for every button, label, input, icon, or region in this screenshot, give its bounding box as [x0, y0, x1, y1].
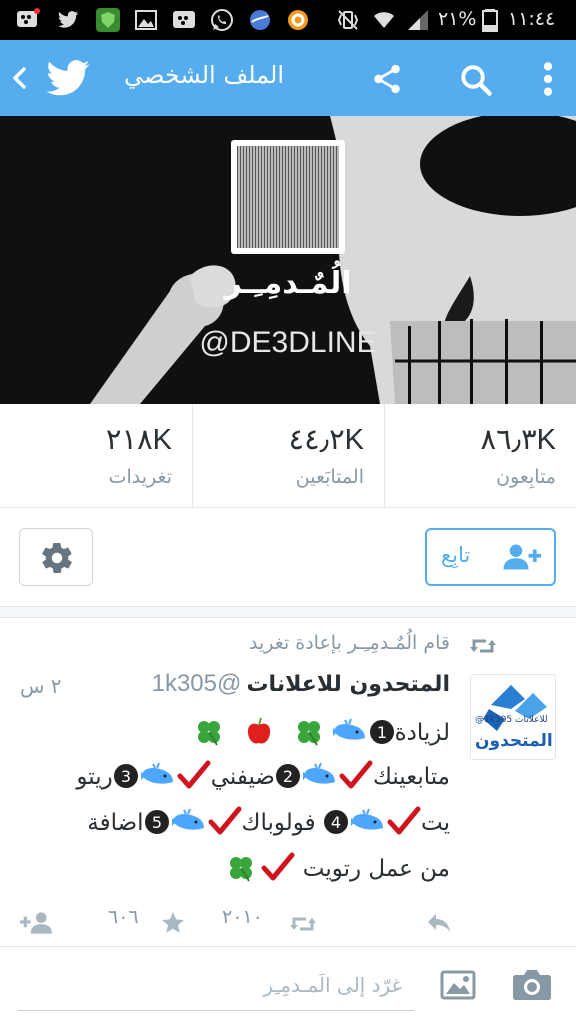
stat-value: ٢١٨K [105, 424, 172, 456]
retweet-count: ٢٠١٠ [222, 906, 263, 928]
bbm-icon [173, 11, 195, 28]
twitter-bird-icon [46, 60, 90, 96]
stat-label: تغريدات [108, 466, 172, 488]
twitter-icon [58, 11, 79, 28]
compose-tweet-input[interactable]: غرّد إلى الَمـدمِـِر [18, 961, 414, 1011]
orange-app-icon [288, 10, 308, 30]
retweet-context-icon [470, 639, 496, 653]
tweet-body-line-4: من عمل رتويت [227, 852, 450, 882]
bbm-icon [17, 8, 40, 27]
share-icon[interactable] [370, 62, 404, 96]
overflow-menu-icon[interactable] [540, 60, 556, 98]
stat-tweets[interactable]: ٢١٨K تغريدات [0, 404, 192, 508]
reply-icon[interactable] [426, 912, 452, 934]
tweet-text: متابعينك [372, 764, 450, 790]
status-bar: ٢١% ١١:٤٤ [0, 0, 576, 40]
stat-followers[interactable]: ٨٦٫٣K متابِعون [384, 404, 576, 508]
whale-emoji-icon [332, 718, 365, 740]
settings-button[interactable] [19, 528, 93, 586]
stat-following[interactable]: ٤٤٫٢K المتابَعين [192, 404, 384, 508]
check-mark-icon [208, 806, 242, 835]
signal-icon [408, 10, 428, 30]
tweet-body-line-1: لزيادة 1 [181, 716, 450, 746]
tweet-text: يت [421, 810, 450, 836]
star-icon[interactable] [160, 910, 186, 936]
browser-icon [250, 10, 270, 30]
check-mark-icon [261, 852, 295, 881]
tweet-text: اضافة [87, 810, 144, 836]
compose-placeholder: غرّد إلى الَمـدمِـِر [263, 973, 402, 997]
image-icon [135, 10, 157, 30]
tweet-author-avatar[interactable]: @1k305 للاعلانات المتحدون [470, 674, 556, 760]
keycap-number: 4 [331, 813, 341, 832]
keycap-number-icon: 3 [113, 764, 138, 788]
author-logo-small-text: @1k305 للاعلانات [475, 715, 548, 725]
tweet-author-handle: @1k305 [151, 670, 242, 697]
whatsapp-icon [211, 9, 233, 31]
whale-emoji-icon [302, 762, 335, 784]
section-divider [0, 606, 576, 618]
tweet-text: ضيفني [210, 764, 275, 790]
camera-icon[interactable] [512, 967, 552, 1001]
profile-header: الُمٌـدمِـِـر @DE3DLINE [0, 116, 576, 404]
keycap-number: 1 [377, 723, 387, 742]
app-bar-title: الملف الشخصي [124, 61, 284, 89]
tweet-body-line-2: متابعينك 2 ضيفني 3 ريتو [76, 760, 450, 790]
tweet-text: فولوباك [241, 810, 316, 836]
wifi-icon [374, 12, 394, 28]
compose-bar: غرّد إلى الَمـدمِـِر [0, 946, 576, 1024]
keycap-number-icon: 5 [144, 810, 169, 834]
tweet-text: لزيادة [394, 720, 450, 746]
retweet-context: قام الُمٌـدمِـِـر بإعادة تغريد [249, 632, 450, 654]
battery-percent: ٢١% [438, 8, 477, 30]
add-user-icon [503, 544, 541, 570]
shield-app-icon [96, 8, 120, 32]
tweet-timestamp: ٢ س [20, 674, 62, 698]
back-chevron-icon[interactable] [10, 66, 30, 90]
tweet-author-name: المتحدون للاعلانات [246, 672, 450, 697]
apple-emoji-icon [247, 717, 271, 744]
battery-icon [482, 9, 498, 32]
follow-user-icon[interactable] [20, 910, 54, 936]
follow-button[interactable]: تابِع [425, 528, 556, 586]
profile-avatar[interactable] [231, 140, 345, 254]
search-icon[interactable] [458, 62, 494, 98]
profile-stats: ٢١٨K تغريدات ٤٤٫٢K المتابَعين ٨٦٫٣K متاب… [0, 404, 576, 508]
stat-label: متابِعون [496, 466, 556, 488]
keycap-number-icon: 2 [275, 764, 300, 788]
tweet-author[interactable]: المتحدون للاعلانات @1k305 [152, 670, 450, 698]
gear-icon [42, 543, 72, 573]
whale-emoji-icon [140, 762, 173, 784]
app-bar: الملف الشخصي [0, 40, 576, 116]
profile-display-name: الُمٌـدمِـِـر [224, 266, 352, 301]
clover-emoji-icon [298, 721, 321, 746]
tweet-text: ريتو [76, 764, 113, 790]
clover-emoji-icon [230, 857, 253, 882]
check-mark-icon [387, 806, 421, 835]
keycap-number: 3 [121, 767, 131, 786]
vibrate-icon [337, 10, 359, 30]
clock: ١١:٤٤ [508, 8, 556, 30]
stat-value: ٨٦٫٣K [480, 424, 557, 456]
follow-button-label: تابِع [441, 543, 471, 567]
favorite-count: ٦٠٦ [108, 906, 139, 928]
check-mark-icon [177, 760, 211, 789]
whale-emoji-icon [351, 808, 383, 830]
tweet-body-line-3: يت 4 فولوباك 5 اضافة [87, 806, 450, 836]
stat-value: ٤٤٫٢K [288, 424, 365, 456]
keycap-number-icon: 1 [369, 720, 395, 746]
clover-emoji-icon [197, 721, 220, 746]
check-mark-icon [339, 760, 373, 789]
photo-icon[interactable] [440, 969, 476, 1001]
retweet-icon[interactable] [288, 914, 318, 934]
keycap-number: 5 [151, 813, 161, 832]
avatar-image [237, 146, 339, 248]
stat-label: المتابَعين [295, 466, 364, 488]
keycap-number: 2 [283, 767, 293, 786]
keycap-number-icon: 4 [324, 810, 348, 834]
tweet-text: من عمل رتويت [302, 856, 450, 882]
profile-handle: @DE3DLINE [199, 326, 377, 359]
author-logo-text: المتحدون [475, 731, 553, 751]
whale-emoji-icon [171, 808, 204, 830]
